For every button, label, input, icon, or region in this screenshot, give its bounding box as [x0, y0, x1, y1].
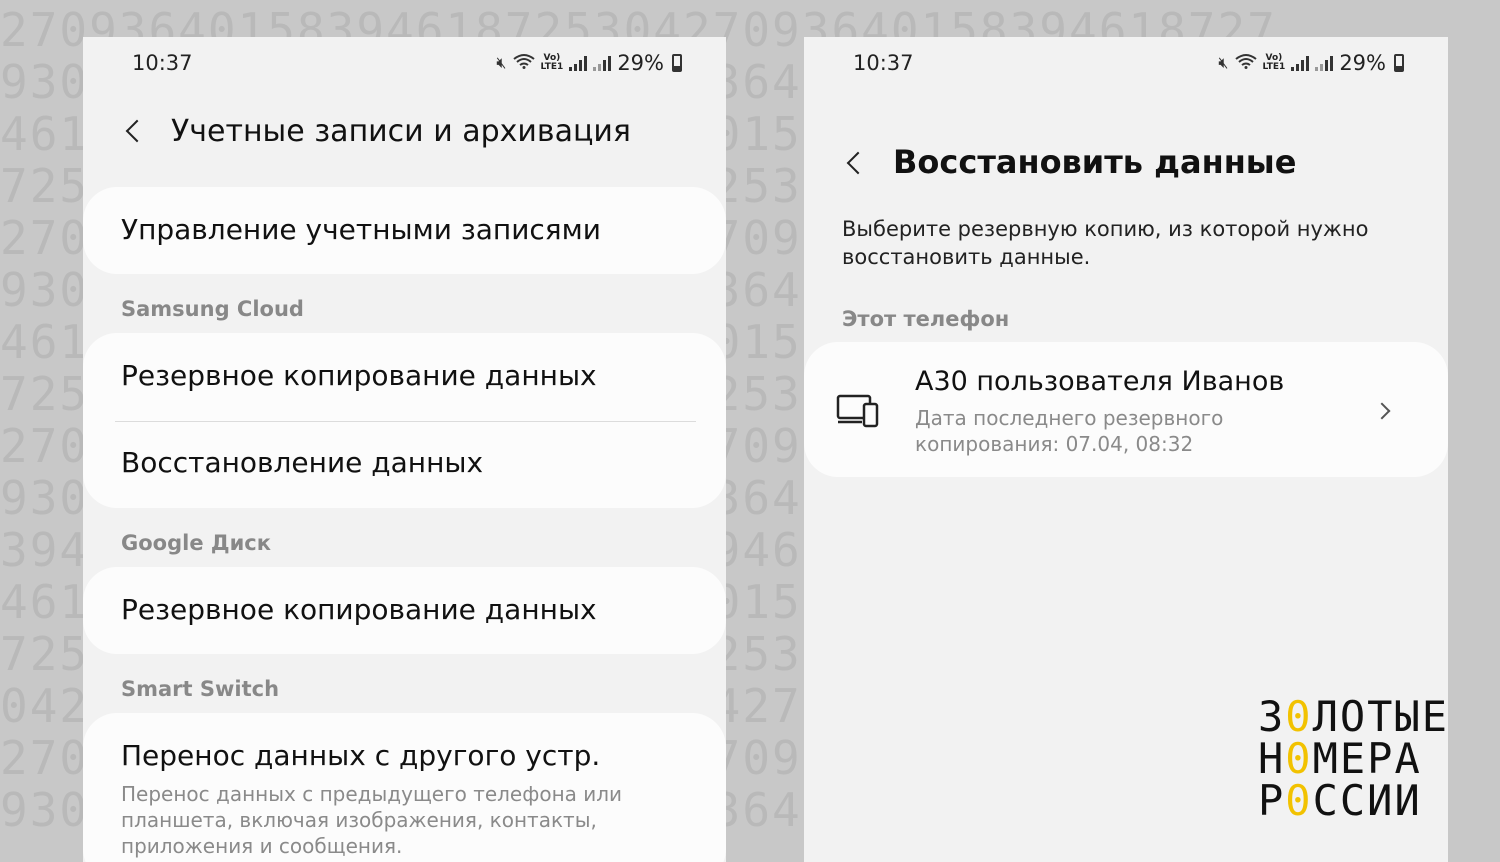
battery-percent: 29%: [1339, 51, 1386, 75]
status-icons: 🔇︎ Vo) LTE1 29%: [496, 51, 682, 75]
chevron-right-icon[interactable]: [1373, 402, 1391, 420]
restore-instructions: Выберите резервную копию, из которой нуж…: [842, 217, 1369, 269]
mute-icon: 🔇︎: [1218, 53, 1229, 72]
wifi-icon: [1234, 53, 1257, 73]
signal-icon-2: [1315, 55, 1334, 71]
battery-percent: 29%: [617, 51, 664, 75]
wifi-icon: [512, 53, 535, 73]
mute-icon: 🔇︎: [496, 53, 507, 72]
divider: [115, 421, 696, 422]
volte-indicator: Vo) LTE1: [540, 53, 564, 72]
page-title: Учетные записи и архивация: [171, 114, 631, 149]
status-time: 10:37: [853, 51, 914, 75]
smart-switch-card[interactable]: Перенос данных с другого устр. Перенос д…: [83, 713, 726, 862]
volte-indicator: Vo) LTE1: [1262, 53, 1286, 72]
samsung-cloud-label: Samsung Cloud: [121, 297, 304, 321]
transfer-data-item[interactable]: Перенос данных с другого устр.: [121, 739, 600, 772]
samsung-restore-item[interactable]: Восстановление данных: [121, 446, 483, 479]
manage-accounts-item[interactable]: Управление учетными записями: [121, 213, 601, 246]
accounts-backup-screen: 10:37 🔇︎ Vo) LTE1 29% Учетные записи и ар…: [83, 37, 726, 862]
samsung-cloud-card: Резервное копирование данных Восстановле…: [83, 333, 726, 508]
google-drive-label: Google Диск: [121, 531, 271, 555]
battery-icon: [672, 54, 682, 72]
signal-icon: [1291, 55, 1310, 71]
status-bar: 10:37 🔇︎ Vo) LTE1 29%: [804, 49, 1448, 79]
status-time: 10:37: [132, 51, 193, 75]
brand-logo: З0ЛОТЫЕ Н0МЕРА Р0ССИИ: [1258, 692, 1450, 825]
back-arrow-icon[interactable]: [846, 151, 870, 175]
backup-device-name[interactable]: A30 пользователя Иванов: [915, 366, 1284, 397]
signal-icon: [569, 55, 588, 71]
smart-switch-label: Smart Switch: [121, 677, 280, 701]
google-backup-item[interactable]: Резервное копирование данных: [121, 593, 597, 626]
backup-date: Дата последнего резервного копирования: …: [915, 406, 1224, 456]
google-drive-card[interactable]: Резервное копирование данных: [83, 567, 726, 654]
devices-icon: [836, 394, 879, 428]
status-icons: 🔇︎ Vo) LTE1 29%: [1218, 51, 1404, 75]
status-bar: 10:37 🔇︎ Vo) LTE1 29%: [83, 49, 726, 79]
page-title: Восстановить данные: [893, 143, 1297, 181]
this-phone-label: Этот телефон: [842, 307, 1010, 331]
manage-accounts-card[interactable]: Управление учетными записями: [83, 187, 726, 274]
back-arrow-icon[interactable]: [125, 119, 149, 143]
signal-icon-2: [593, 55, 612, 71]
samsung-backup-item[interactable]: Резервное копирование данных: [121, 359, 597, 392]
transfer-data-description: Перенос данных с предыдущего телефона ил…: [121, 782, 623, 858]
backup-entry[interactable]: A30 пользователя Иванов Дата последнего …: [804, 342, 1448, 477]
battery-icon: [1394, 54, 1404, 72]
